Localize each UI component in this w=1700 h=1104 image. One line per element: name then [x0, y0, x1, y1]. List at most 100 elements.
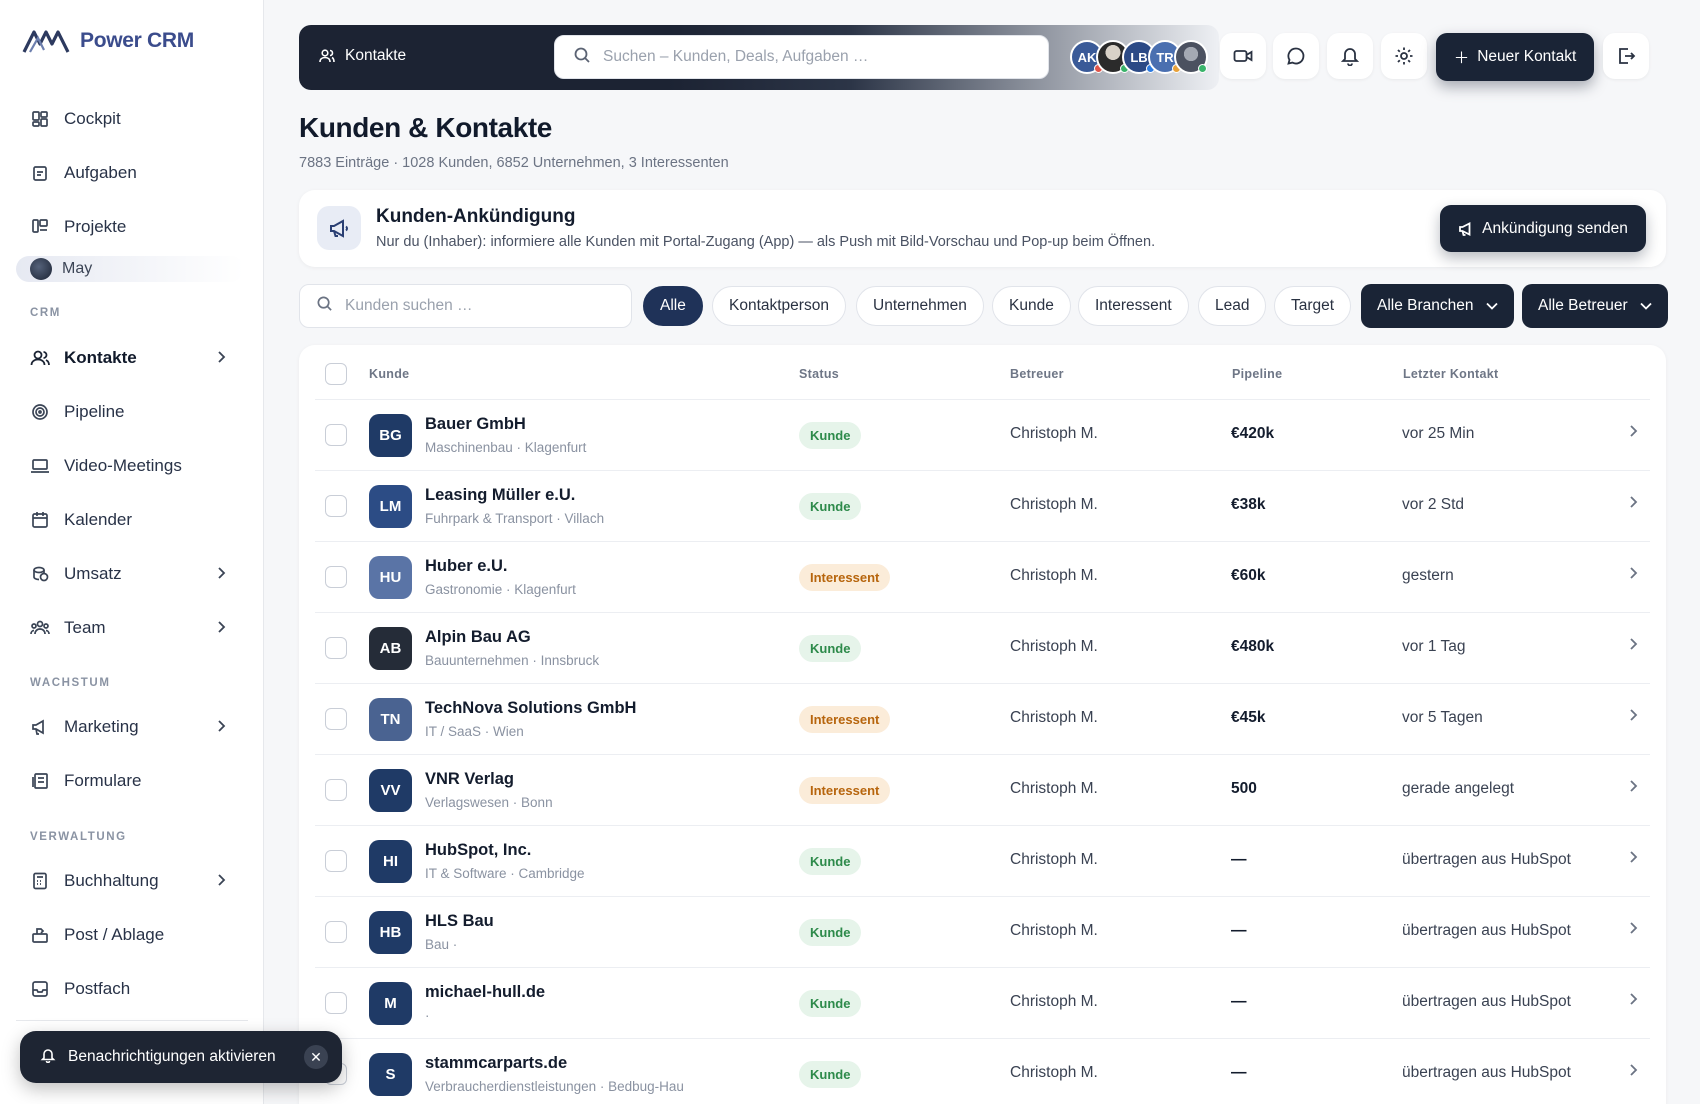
last-contact: gestern: [1402, 567, 1454, 584]
filter-pill-alle[interactable]: Alle: [643, 286, 703, 326]
row-checkbox[interactable]: [325, 566, 347, 588]
send-announcement-button[interactable]: Ankündigung senden: [1440, 205, 1646, 252]
company-name[interactable]: Bauer GmbH: [425, 415, 526, 434]
sidebar-item-marketing[interactable]: Marketing: [16, 707, 244, 747]
column-header-status[interactable]: Status: [799, 367, 839, 381]
table-row[interactable]: BG Bauer GmbH Maschinenbau · Klagenfurt Kun…: [315, 399, 1650, 469]
row-checkbox[interactable]: [325, 495, 347, 517]
table-row[interactable]: HB HLS Bau Bau · Kunde Christoph M. — übertrag…: [315, 896, 1650, 966]
avatar[interactable]: [1174, 40, 1208, 74]
table-row[interactable]: Sstammcarparts.de Verbraucherdienstleistu…: [315, 1038, 1650, 1104]
chevron-right-icon[interactable]: [1628, 779, 1638, 798]
chevron-right-icon[interactable]: [1628, 566, 1638, 585]
sidebar-item-team[interactable]: Team: [16, 608, 244, 648]
sidebar-item-post-ablage[interactable]: Post / Ablage: [16, 915, 244, 955]
sidebar-item-postfach[interactable]: Postfach: [16, 969, 244, 1009]
company-name[interactable]: TechNova Solutions GmbH: [425, 699, 636, 718]
company-name[interactable]: Alpin Bau AG: [425, 628, 531, 647]
filter-pill-kunde[interactable]: Kunde: [992, 286, 1071, 326]
table-row[interactable]: VV VNR Verlag Verlagswesen · Bonn Interesse…: [315, 754, 1650, 824]
sidebar-item-aufgaben[interactable]: Aufgaben: [16, 153, 244, 193]
global-search-input[interactable]: Suchen – Kunden, Deals, Aufgaben …: [554, 35, 1049, 79]
video-button[interactable]: [1220, 33, 1266, 79]
chat-button[interactable]: [1273, 33, 1319, 79]
close-icon[interactable]: ✕: [304, 1045, 328, 1069]
table-row[interactable]: LM Leasing Müller e.U. Fuhrpark & Transpor…: [315, 470, 1650, 540]
customer-search-input[interactable]: Kunden suchen …: [299, 284, 632, 328]
column-header-letzter-kontakt[interactable]: Letzter Kontakt: [1403, 367, 1498, 381]
chevron-right-icon[interactable]: [1628, 921, 1638, 940]
pipeline-value: €60k: [1231, 567, 1266, 584]
filter-pill-target[interactable]: Target: [1274, 286, 1352, 326]
company-name[interactable]: michael-hull.de: [425, 983, 545, 1002]
table-row[interactable]: HI HubSpot, Inc. IT & Software · Cambridge…: [315, 825, 1650, 895]
status-badge: Kunde: [799, 990, 862, 1017]
user-row[interactable]: May: [16, 256, 244, 282]
clipboard-icon: [30, 163, 50, 183]
sidebar-item-kalender[interactable]: Kalender: [16, 500, 244, 540]
new-contact-button[interactable]: ＋ Neuer Kontakt: [1436, 33, 1594, 81]
filter-pill-interessent[interactable]: Interessent: [1078, 286, 1189, 326]
chevron-right-icon[interactable]: [1628, 495, 1638, 514]
notifications-button[interactable]: [1327, 33, 1373, 79]
filter-pill-kontaktperson[interactable]: Kontaktperson: [712, 286, 846, 326]
brand-logo[interactable]: Power CRM: [22, 26, 194, 56]
users-icon: [319, 49, 335, 63]
company-meta: Maschinenbau · Klagenfurt: [425, 440, 587, 455]
company-meta: IT & Software · Cambridge: [425, 866, 585, 881]
breadcrumb[interactable]: Kontakte: [319, 47, 406, 65]
company-name[interactable]: VNR Verlag: [425, 770, 514, 789]
select-all-checkbox[interactable]: [325, 363, 347, 385]
chevron-right-icon[interactable]: [1628, 708, 1638, 727]
sidebar-item-formulare[interactable]: Formulare: [16, 761, 244, 801]
table-row[interactable]: HU Huber e.U. Gastronomie · Klagenfurt Inte…: [315, 541, 1650, 611]
filter-pill-unternehmen[interactable]: Unternehmen: [856, 286, 984, 326]
column-header-kunde[interactable]: Kunde: [369, 367, 409, 381]
company-name[interactable]: Huber e.U.: [425, 557, 508, 576]
settings-button[interactable]: [1381, 33, 1427, 79]
row-checkbox[interactable]: [325, 708, 347, 730]
breadcrumb-label: Kontakte: [345, 47, 407, 64]
company-name[interactable]: stammcarparts.de: [425, 1054, 567, 1073]
owner-name: Christoph M.: [1010, 780, 1098, 797]
filter-pill-lead[interactable]: Lead: [1198, 286, 1267, 326]
table-row[interactable]: AB Alpin Bau AG Bauunternehmen · Innsbruck…: [315, 612, 1650, 682]
sidebar-item-label: Video-Meetings: [64, 456, 182, 475]
betreuer-dropdown[interactable]: Alle Betreuer: [1522, 284, 1668, 328]
logout-button[interactable]: [1603, 33, 1649, 79]
sidebar-item-buchhaltung[interactable]: Buchhaltung: [16, 861, 244, 901]
pipeline-value: —: [1231, 922, 1247, 939]
row-checkbox[interactable]: [325, 424, 347, 446]
sidebar-item-video-meetings[interactable]: Video-Meetings: [16, 446, 244, 486]
row-checkbox[interactable]: [325, 637, 347, 659]
chevron-right-icon: [216, 349, 226, 369]
row-checkbox[interactable]: [325, 921, 347, 943]
column-header-betreuer[interactable]: Betreuer: [1010, 367, 1064, 381]
table-row[interactable]: Mmichael-hull.de · Kunde Christoph M. — übert…: [315, 967, 1650, 1037]
sidebar-item-pipeline[interactable]: Pipeline: [16, 392, 244, 432]
chevron-right-icon[interactable]: [1628, 1063, 1638, 1082]
company-name[interactable]: Leasing Müller e.U.: [425, 486, 575, 505]
chevron-right-icon[interactable]: [1628, 992, 1638, 1011]
status-badge: Interessent: [799, 564, 891, 591]
sidebar-item-projekte[interactable]: Projekte: [16, 207, 244, 247]
chevron-right-icon[interactable]: [1628, 637, 1638, 656]
row-checkbox[interactable]: [325, 850, 347, 872]
table-row[interactable]: TN TechNova Solutions GmbH IT / SaaS · Wie…: [315, 683, 1650, 753]
sidebar-item-cockpit[interactable]: Cockpit: [16, 99, 244, 139]
notification-toast[interactable]: Benachrichtigungen aktivieren ✕: [20, 1031, 342, 1083]
row-checkbox[interactable]: [325, 992, 347, 1014]
company-avatar: BG: [369, 414, 412, 457]
chevron-right-icon[interactable]: [1628, 424, 1638, 443]
row-checkbox[interactable]: [325, 779, 347, 801]
company-name[interactable]: HubSpot, Inc.: [425, 841, 531, 860]
pipeline-value: —: [1231, 1064, 1247, 1081]
sidebar-item-kontakte[interactable]: Kontakte: [16, 338, 244, 378]
laptop-icon: [30, 456, 50, 476]
branchen-dropdown[interactable]: Alle Branchen: [1361, 284, 1514, 328]
chevron-right-icon[interactable]: [1628, 850, 1638, 869]
column-header-pipeline[interactable]: Pipeline: [1232, 367, 1282, 381]
sidebar-item-umsatz[interactable]: Umsatz: [16, 554, 244, 594]
company-meta: Bauunternehmen · Innsbruck: [425, 653, 600, 668]
company-name[interactable]: HLS Bau: [425, 912, 494, 931]
